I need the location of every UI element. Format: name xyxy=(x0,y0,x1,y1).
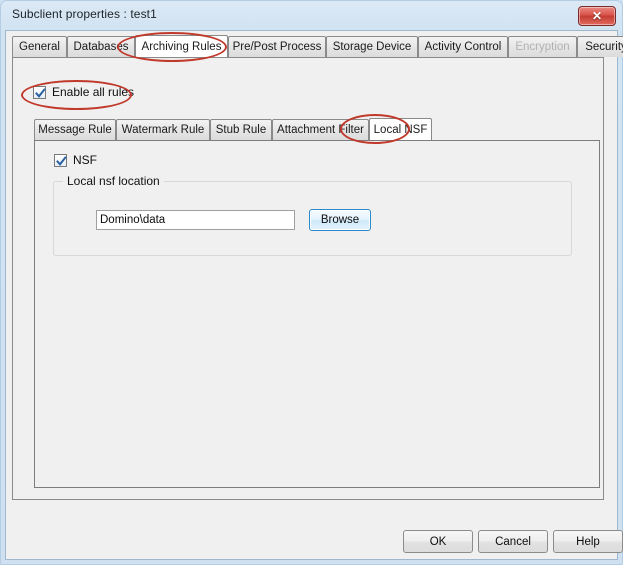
subtab-attachment-filter[interactable]: Attachment Filter xyxy=(272,119,369,140)
help-button[interactable]: Help xyxy=(553,530,623,553)
archiving-rules-panel: Enable all rules Message Rule Watermark R… xyxy=(12,57,604,500)
tab-encryption: Encryption xyxy=(508,36,577,57)
nsf-checkbox[interactable] xyxy=(54,153,67,167)
secondary-tab-strip: Message Rule Watermark Rule Stub Rule Attac… xyxy=(34,118,434,140)
nsf-row[interactable]: NSF xyxy=(54,153,97,167)
subtab-watermark-rule[interactable]: Watermark Rule xyxy=(116,119,210,140)
tab-pre-post-process[interactable]: Pre/Post Process xyxy=(228,36,326,57)
local-nsf-location-group: Local nsf location Browse xyxy=(53,174,572,256)
tab-storage-device[interactable]: Storage Device xyxy=(326,36,418,57)
local-nsf-path-input[interactable] xyxy=(96,210,295,230)
enable-all-rules-row[interactable]: Enable all rules xyxy=(33,85,134,99)
primary-tab-strip: General Databases Archiving Rules Pre/Post … xyxy=(12,35,623,57)
enable-all-rules-checkbox[interactable] xyxy=(33,85,46,99)
subtab-message-rule[interactable]: Message Rule xyxy=(34,119,116,140)
close-button[interactable]: ✕ xyxy=(578,6,616,26)
tab-archiving-rules[interactable]: Archiving Rules xyxy=(135,35,228,57)
ok-button[interactable]: OK xyxy=(403,530,473,553)
subtab-local-nsf[interactable]: Local NSF xyxy=(369,118,432,140)
dialog-window: Subclient properties : test1 ✕ General Da… xyxy=(0,0,623,565)
tab-general[interactable]: General xyxy=(12,36,67,57)
tab-databases[interactable]: Databases xyxy=(67,36,135,57)
cancel-button[interactable]: Cancel xyxy=(478,530,548,553)
tab-security[interactable]: Security xyxy=(577,36,623,57)
browse-button[interactable]: Browse xyxy=(309,209,371,231)
close-icon: ✕ xyxy=(591,9,603,23)
window-title: Subclient properties : test1 xyxy=(12,7,157,21)
local-nsf-location-group-label: Local nsf location xyxy=(63,174,164,188)
nsf-label: NSF xyxy=(73,153,97,167)
tab-activity-control[interactable]: Activity Control xyxy=(418,36,508,57)
enable-all-rules-label: Enable all rules xyxy=(52,85,135,99)
local-nsf-panel: NSF Local nsf location Browse xyxy=(34,140,600,488)
subtab-stub-rule[interactable]: Stub Rule xyxy=(210,119,272,140)
title-bar[interactable]: Subclient properties : test1 ✕ xyxy=(0,0,623,30)
